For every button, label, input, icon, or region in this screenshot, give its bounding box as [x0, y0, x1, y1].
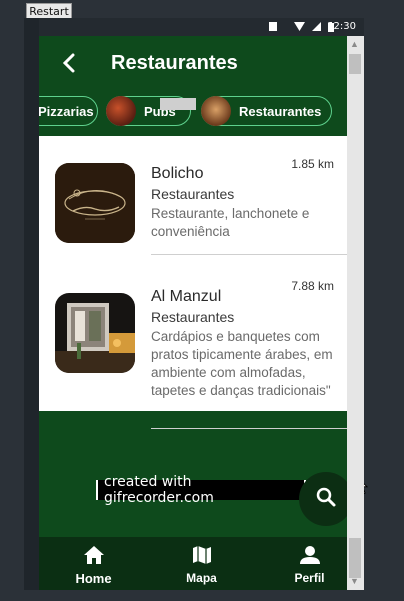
chip-pizzarias[interactable]: Pizzarias — [39, 96, 98, 126]
item-name: Bolicho — [151, 165, 204, 182]
al-manzul-photo — [55, 293, 135, 373]
chip-restaurantes[interactable]: Restaurantes — [201, 96, 332, 126]
window-scrollbar[interactable]: ▲ ▼ — [347, 36, 364, 590]
divider — [151, 254, 347, 255]
search-icon — [315, 486, 337, 513]
notification-icon — [269, 22, 278, 31]
item-name: Al Manzul — [151, 288, 222, 305]
item-category: Restaurantes — [151, 186, 235, 202]
person-icon — [299, 546, 320, 564]
nav-label: Mapa — [186, 571, 217, 585]
watermark-text: created with gifrecorder.com — [96, 474, 306, 506]
chip-label: Pizzarias — [39, 103, 94, 119]
scroll-thumb-top[interactable] — [349, 54, 361, 74]
status-bar: 12:30 — [39, 18, 364, 36]
bottom-navigation: Home Mapa Perfil — [39, 537, 347, 590]
item-description: Cardápios e banquetes com pratos tipicam… — [151, 329, 333, 398]
map-icon — [192, 546, 211, 564]
wifi-icon — [294, 22, 305, 31]
restaurantes-thumbnail — [201, 96, 231, 126]
home-icon — [83, 546, 104, 564]
signal-icon — [312, 22, 321, 31]
item-category: Restaurantes — [151, 309, 235, 325]
nav-label: Perfil — [294, 571, 325, 585]
item-distance: 7.88 km — [291, 279, 334, 293]
nav-perfil[interactable]: Perfil — [258, 537, 361, 590]
scroll-up-icon[interactable]: ▲ — [350, 39, 359, 49]
nav-home[interactable]: Home — [42, 537, 145, 590]
scroll-down-icon[interactable]: ▼ — [350, 576, 359, 586]
item-distance: 1.85 km — [291, 157, 334, 171]
page-title: Restaurantes — [111, 52, 238, 74]
app-header: Restaurantes — [39, 36, 347, 91]
status-time: 12:30 — [327, 21, 356, 32]
search-button[interactable] — [299, 472, 353, 526]
scroll-thumb-bottom[interactable] — [349, 538, 361, 578]
nav-mapa[interactable]: Mapa — [150, 537, 253, 590]
back-arrow-icon[interactable] — [62, 53, 82, 75]
bolicho-logo — [55, 163, 135, 243]
item-description: Restaurante, lanchonete e conveniência — [151, 206, 310, 239]
divider — [151, 428, 347, 429]
nav-label: Home — [75, 571, 112, 586]
chips-horizontal-scrollbar[interactable] — [160, 98, 196, 110]
restaurant-list: Bolicho Restaurantes Restaurante, lancho… — [39, 136, 347, 429]
pubs-thumbnail — [106, 96, 136, 126]
chip-label: Restaurantes — [239, 103, 322, 119]
